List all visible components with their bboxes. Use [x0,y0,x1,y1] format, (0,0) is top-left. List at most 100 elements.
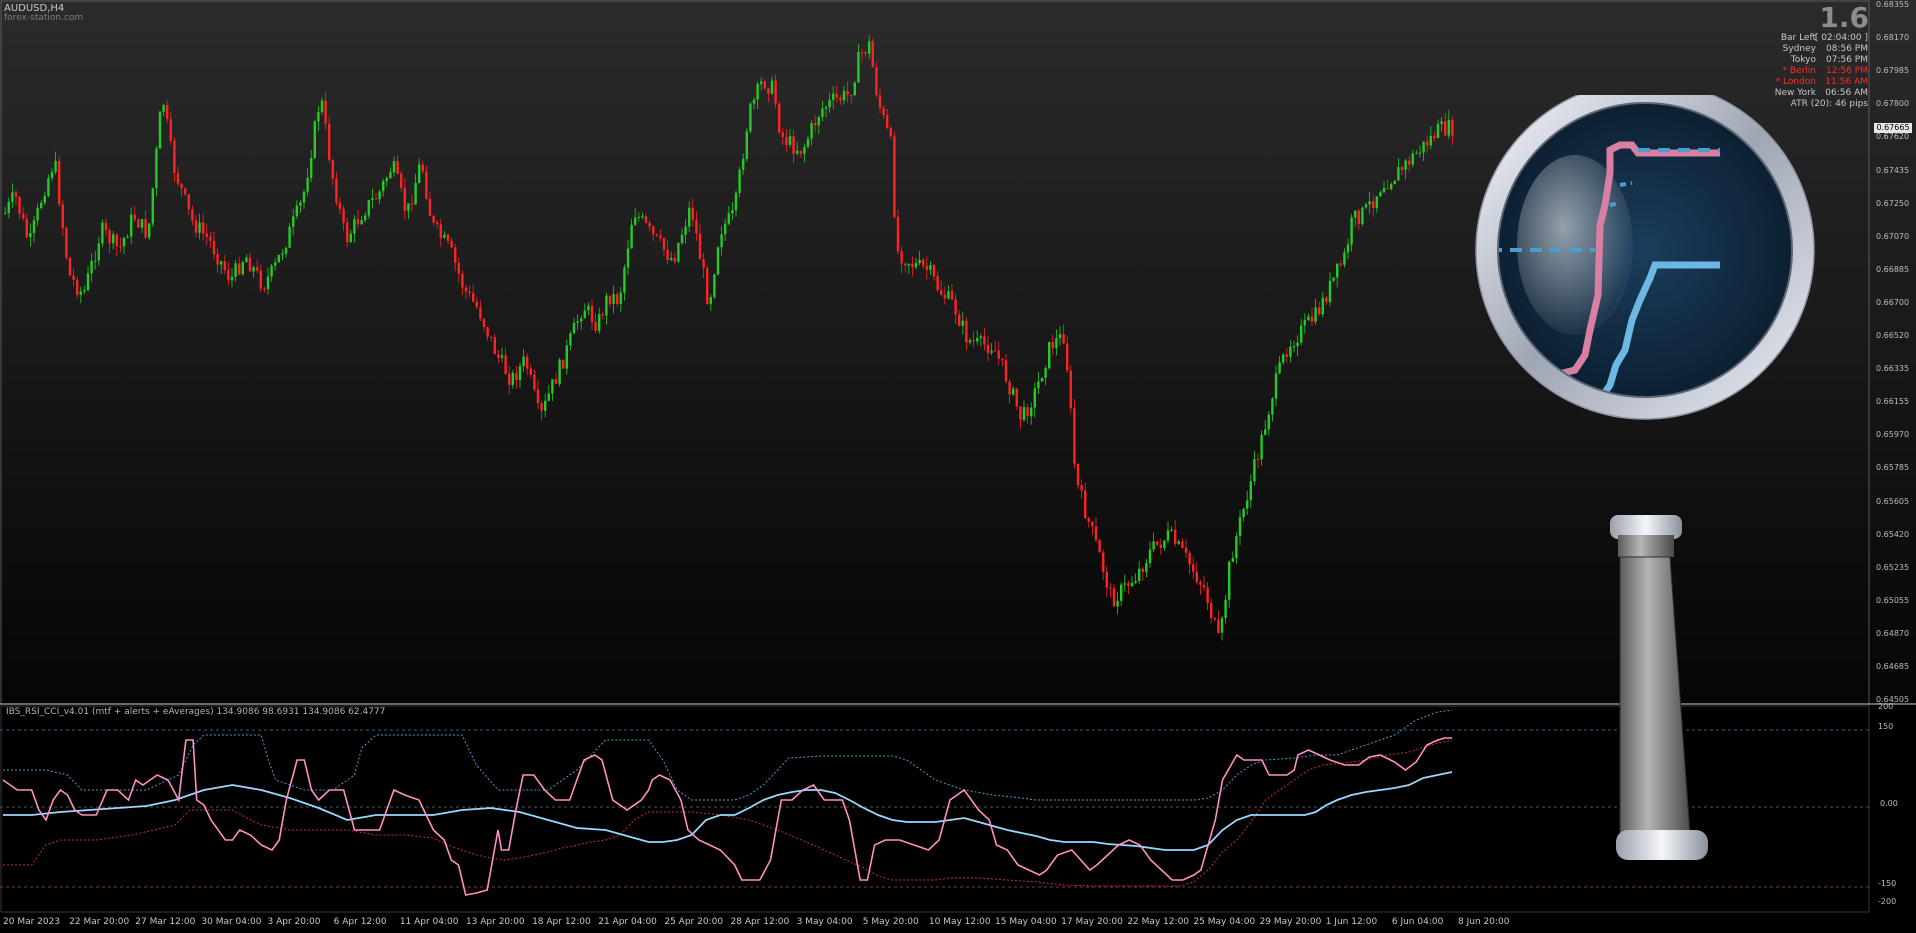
candle-body [896,216,900,252]
candle-body [1264,429,1267,435]
candle-body [803,147,806,154]
candle-body [338,202,342,209]
candle-body [1246,500,1249,509]
candle-body [684,226,687,235]
candle-body [1159,544,1162,548]
candle-body [18,196,21,214]
price-tick-label: 0.66885 [1876,264,1910,274]
candle-body [709,297,712,305]
candle-body [1224,599,1227,619]
candle-body [1076,463,1080,486]
candle-body [608,295,612,304]
candle-body [284,247,288,254]
candle-body [1235,536,1238,559]
candle-body [378,191,381,200]
candle-body [1127,583,1130,587]
time-tick-label: 28 Apr 12:00 [730,917,790,927]
candle-body [634,217,637,225]
candle-body [994,350,997,352]
candle-body [194,220,198,233]
candle-body [32,220,36,233]
candle-body [94,260,97,262]
candle-body [911,263,914,268]
candle-body [756,83,759,100]
candle-body [1202,584,1206,588]
candle-body [706,268,709,305]
candle-body [893,136,896,217]
candle-body [961,320,964,326]
candle-body [1336,263,1339,278]
candle-body [947,291,950,299]
candle-body [72,275,75,280]
candle-body [4,212,7,214]
candle-body [652,226,655,235]
candle-body [1314,307,1317,322]
candle-body [238,263,241,275]
candle-body [511,372,514,385]
candle-body [108,230,111,244]
candle-body [1231,558,1234,562]
candle-body [626,248,630,268]
candle-body [1184,547,1188,553]
price-tick-label: 0.67985 [1876,66,1910,76]
candle-body [90,260,93,274]
candle-body [1040,377,1044,382]
candle-body [1350,217,1353,245]
candle-body [1062,334,1065,344]
candle-body [724,223,727,235]
candle-body [716,247,720,275]
lower-band-line [3,739,1453,887]
candle-body [1375,196,1378,208]
ibs-line [2,737,1452,896]
spread-display: 1.6 [1819,1,1869,34]
candle-body [130,214,133,237]
candle-body [1318,307,1321,315]
indicator-lines [2,709,1453,896]
candle-body [1382,187,1386,193]
candle-body [518,366,522,381]
candle-body [515,372,518,381]
time-tick-label: 29 May 20:00 [1259,917,1322,927]
candle-body [605,295,608,316]
candle-body [727,213,730,224]
candle-body [1019,406,1022,420]
magnifier-handle-cap [1616,830,1708,860]
candle-body [119,246,122,248]
price-tick-label: 0.67250 [1876,198,1910,208]
candle-body [468,291,471,293]
candle-body [1321,297,1324,315]
session-label: Bar Left [1780,33,1816,43]
candle-body [540,402,543,411]
candle-body [619,292,622,304]
time-tick-label: 25 May 04:00 [1193,917,1256,927]
candle-body [148,223,151,238]
chart-window[interactable]: AUDUSD,H4 forex-station.com 1.6 Bar Left… [0,0,1916,933]
candle-body [1141,568,1144,572]
candle-body [1404,160,1407,170]
session-label: Tokyo [1790,55,1816,65]
candle-body [349,233,352,243]
candle-body [698,233,702,260]
candle-body [281,253,284,255]
candle-body [1372,201,1375,208]
candle-body [166,104,169,120]
candle-body [817,116,820,126]
candle-body [745,131,748,159]
candle-body [936,276,939,291]
candle-body [414,182,417,205]
candle-body [133,214,136,220]
candle-body [22,213,25,219]
candle-body [1004,360,1008,382]
candle-body [587,305,590,311]
price-tick-label: 0.65785 [1876,463,1910,473]
candle-body [1292,346,1296,348]
candle-body [810,123,813,139]
candle-body [590,305,594,323]
candle-body [673,257,676,262]
candle-body [180,183,183,189]
candle-body [1188,552,1191,565]
candle-body [1084,490,1087,519]
candle-body [990,350,993,353]
candle-body [400,173,403,188]
candle-body [486,327,489,337]
